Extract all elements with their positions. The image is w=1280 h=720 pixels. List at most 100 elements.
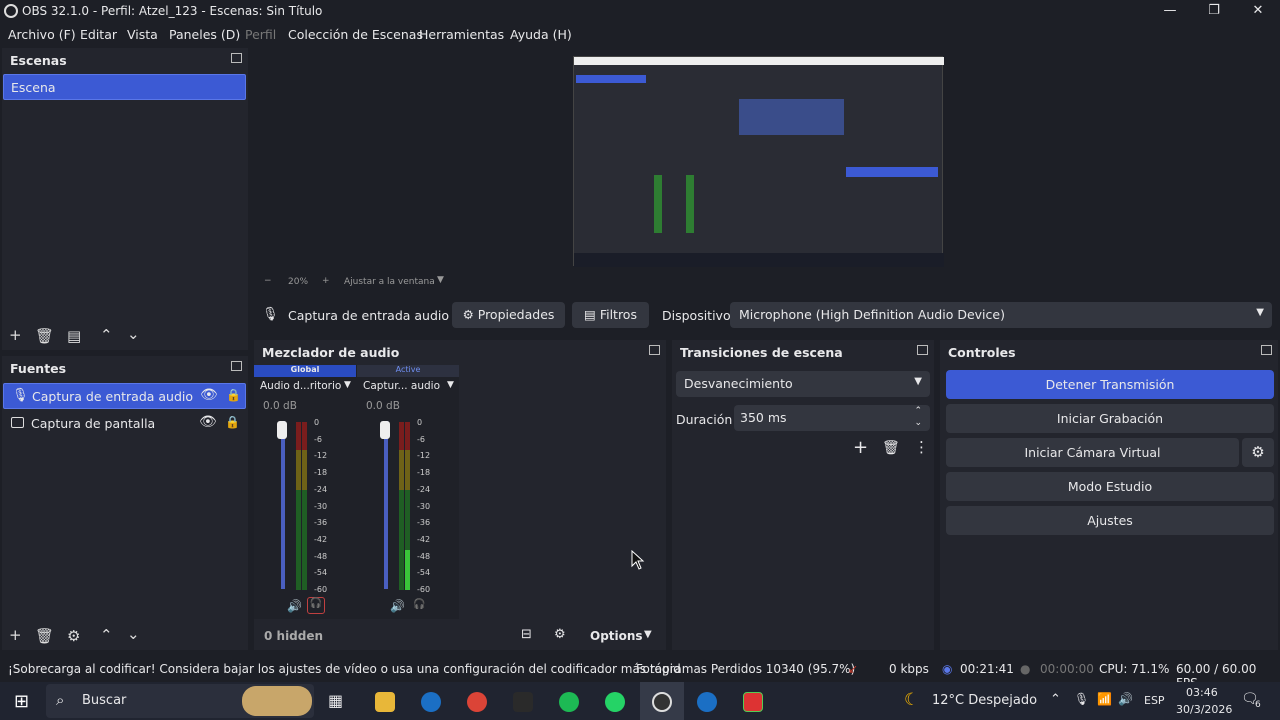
float-icon[interactable]: . [231,53,242,63]
add-icon[interactable]: + [853,437,868,458]
float-icon[interactable]: . [917,345,928,355]
tab-global[interactable]: Global [254,365,356,377]
dropped-frames: Fotogramas Perdidos 10340 (95.7%) [636,662,856,676]
lock-icon[interactable]: 🔒 [226,388,241,402]
clock-date[interactable]: 30/3/2026 [1176,703,1232,716]
zoom-out-icon[interactable]: − [264,276,272,286]
chevron-down-icon[interactable]: ▼ [644,629,652,640]
chevron-down-icon[interactable]: ▼ [447,380,454,390]
whatsapp-icon[interactable] [605,692,625,712]
meter-tick-label: -6 [417,434,425,444]
headphones-icon[interactable]: 🎧 [413,599,425,610]
speaker-icon[interactable]: 🔊 [287,599,302,613]
notification-count: 6 [1255,700,1261,710]
maximize-button[interactable]: ❐ [1192,0,1236,22]
more-icon[interactable]: ⋮ [914,438,929,456]
add-icon[interactable]: + [9,326,22,344]
start-recording-button[interactable]: Iniciar Grabación [946,404,1274,433]
task-view-icon[interactable]: ▦ [328,691,343,710]
chevron-down-icon[interactable]: ▼ [344,380,351,390]
transition-select[interactable]: Desvanecimiento ▼ [676,371,930,397]
steam-icon[interactable] [421,692,441,712]
settings-button[interactable]: Ajustes [946,506,1274,535]
clock-time[interactable]: 03:46 [1186,686,1218,699]
volume-db: 0.0 dB [366,400,400,412]
up-icon[interactable]: ⌃ [100,626,113,644]
slider-handle[interactable] [380,421,390,439]
chevron-down-icon[interactable]: ▼ [437,275,444,285]
file-explorer-icon[interactable] [375,692,395,712]
meter-tick-label: -12 [314,451,328,461]
menu-ayuda[interactable]: Ayuda (H) [510,27,572,42]
epic-games-icon[interactable] [513,692,533,712]
slider-handle[interactable] [277,421,287,439]
spotify-icon[interactable] [559,692,579,712]
mouse-cursor-icon [631,550,645,570]
stream-icon: ◉ [942,662,953,676]
eye-icon[interactable]: 👁 [200,387,218,403]
language-indicator[interactable]: ESP [1144,694,1165,707]
filters-button[interactable]: ▤ Filtros [572,302,649,328]
menu-herramientas[interactable]: Herramientas [419,27,504,42]
menu-colecciones[interactable]: Colección de Escenas [288,27,423,42]
steam-icon[interactable] [697,692,717,712]
mic-tray-icon[interactable]: 🎙 [1074,692,1089,706]
close-button[interactable]: ✕ [1236,0,1280,22]
device-select[interactable]: Microphone (High Definition Audio Device… [730,302,1272,328]
volume-icon[interactable]: 🔊 [1118,692,1133,706]
gear-icon[interactable]: ⚙ [67,627,80,645]
trash-icon[interactable]: 🗑 [882,440,900,456]
zoom-in-icon[interactable]: + [322,276,330,286]
tab-active[interactable]: Active [357,365,459,377]
gear-icon[interactable]: ⚙ [1242,438,1274,467]
tray-chevron-icon[interactable]: ⌃ [1050,692,1061,707]
eye-icon[interactable]: 👁 [199,414,217,430]
properties-button[interactable]: ⚙ Propiedades [452,302,565,328]
menu-paneles[interactable]: Paneles (D) [169,27,240,42]
menu-vista[interactable]: Vista [127,27,158,42]
app-icon[interactable] [743,692,763,712]
duration-input[interactable]: 350 ms ⌃ ⌄ [734,405,930,431]
windows-start-icon[interactable]: ⊞ [14,691,29,712]
scenes-header: Escenas. [2,48,248,72]
float-icon[interactable]: . [231,361,242,371]
menu-perfil[interactable]: Perfil [245,27,276,42]
volume-slider[interactable] [281,421,285,589]
studio-mode-button[interactable]: Modo Estudio [946,472,1274,501]
obs-active-task[interactable] [640,682,684,720]
add-icon[interactable]: + [9,626,22,644]
menu-editar[interactable]: Editar [80,27,117,42]
meter-tick-label: -48 [417,551,431,561]
minimize-button[interactable]: — [1148,0,1192,22]
scene-item[interactable]: Escena [3,74,246,100]
source-item-audio[interactable]: 🎙 Captura de entrada audio 👁 🔒 [3,383,246,409]
zoom-fit-select[interactable]: Ajustar a la ventana [344,277,435,287]
wifi-icon[interactable]: 📶 [1097,692,1112,706]
search-box[interactable]: ⌕ Buscar [46,684,314,718]
audio-mixer-dock: Mezclador de audio. Global Active Audio … [254,340,666,650]
options-button[interactable]: Options [590,629,643,643]
headphones-icon[interactable]: 🎧 [307,597,325,614]
mixer-channels: Global Active Audio d...ritorio ▼ 0.0 dB… [254,365,459,619]
chrome-icon[interactable] [467,692,487,712]
trash-icon[interactable]: 🗑 [35,627,54,645]
lock-icon[interactable]: 🔒 [225,415,240,429]
speaker-icon[interactable]: 🔊 [390,599,405,613]
layout-icon[interactable]: ⊟ [521,627,532,642]
down-icon[interactable]: ⌄ [127,625,140,643]
scenes-toolbar: + 🗑 ▤ ⌃ ⌄ [2,324,248,350]
virtual-camera-button[interactable]: Iniciar Cámara Virtual [946,438,1239,467]
mixer-settings-icon[interactable]: ⚙ [554,627,566,642]
down-icon[interactable]: ⌄ [127,325,140,343]
menu-archivo[interactable]: Archivo (F) [8,27,76,42]
trash-icon[interactable]: 🗑 [35,327,54,345]
up-icon[interactable]: ⌃ [100,326,113,344]
stop-stream-button[interactable]: Detener Transmisión [946,370,1274,399]
float-icon[interactable]: . [649,345,660,355]
filter-icon[interactable]: ▤ [67,327,81,345]
source-item-screen[interactable]: Captura de pantalla 👁 🔒 [3,411,246,437]
spinner-icon[interactable]: ⌃ ⌄ [914,405,922,429]
float-icon[interactable]: . [1261,345,1272,355]
preview-area[interactable] [256,48,1280,274]
volume-slider[interactable] [384,421,388,589]
